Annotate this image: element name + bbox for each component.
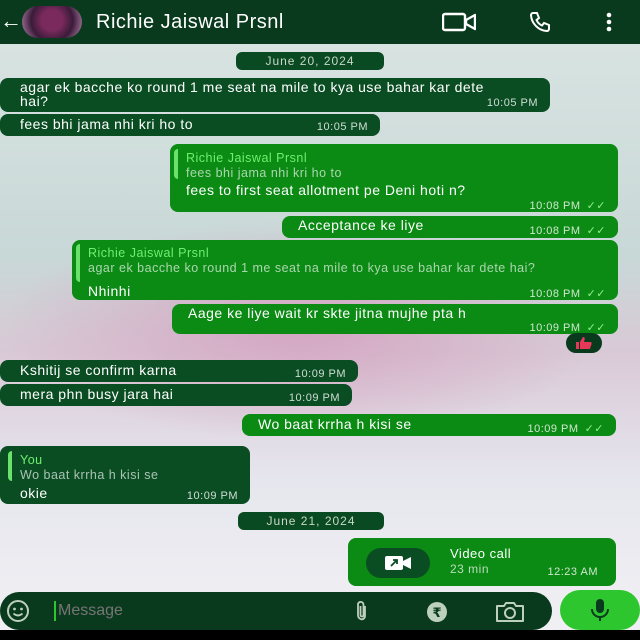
message-text: Nhinhi [88,283,131,299]
message-outgoing[interactable]: Richie Jaiswal Prsnl fees bhi jama nhi k… [170,144,618,212]
message-time: 10:05 PM [486,97,538,109]
message-incoming[interactable]: mera phn busy jara hai 10:09 PM [0,384,352,406]
message-incoming[interactable]: Kshitij se confirm karna 10:09 PM [0,360,358,382]
message-text: Kshitij se confirm karna [20,362,177,378]
message-time: 10:08 PM [529,225,581,237]
emoji-icon[interactable] [6,599,30,623]
message-time: 10:09 PM [527,423,579,435]
message-time: 10:09 PM [288,392,340,404]
message-time: 10:09 PM [294,368,346,380]
video-call-icon [385,556,411,570]
call-duration: 23 min [450,562,490,576]
thumbs-up-icon [576,337,592,349]
date-separator: June 20, 2024 [236,52,384,70]
message-outgoing[interactable]: Aage ke liye wait kr skte jitna mujhe pt… [172,304,618,334]
message-incoming[interactable]: You Wo baat krrha h kisi se okie 10:09 P… [0,446,250,504]
mic-button[interactable] [560,590,640,630]
message-input[interactable] [58,599,328,623]
quoted-sender: Richie Jaiswal Prsnl [88,246,210,260]
text-cursor [54,601,56,621]
message-time: 10:05 PM [316,121,368,133]
quoted-text: fees bhi jama nhi kri ho to [186,166,342,180]
chat-header: ← Richie Jaiswal Prsnl [0,0,640,44]
message-text: fees to first seat allotment pe Deni hot… [186,182,466,198]
message-text: Aage ke liye wait kr skte jitna mujhe pt… [188,305,467,321]
message-text: agar ek bacche ko round 1 me seat na mil… [20,79,484,109]
quoted-message[interactable]: You Wo baat krrha h kisi se [8,451,244,482]
message-time: 12:23 AM [547,566,598,578]
mic-icon [591,599,609,621]
payment-icon[interactable]: ₹ [425,600,449,624]
quoted-sender: You [20,453,43,467]
contact-name[interactable]: Richie Jaiswal Prsnl [96,11,284,34]
message-text: Wo baat krrha h kisi se [258,416,412,432]
phone-icon[interactable] [526,10,554,34]
back-arrow-icon[interactable]: ← [0,10,22,32]
message-incoming[interactable]: fees bhi jama nhi kri ho to 10:05 PM [0,114,380,136]
message-time: 10:09 PM [186,490,238,502]
video-call-icon[interactable] [442,10,476,34]
read-ticks-icon: ✓✓ [586,288,606,300]
attach-icon[interactable] [352,600,372,622]
system-navigation-bar [0,630,640,640]
message-text: Acceptance ke liye [298,217,424,233]
message-composer: ₹ [0,592,552,630]
message-outgoing[interactable]: Wo baat krrha h kisi se 10:09 PM ✓✓ [242,414,616,436]
video-call-message[interactable]: Video call 23 min 12:23 AM [348,538,616,586]
read-ticks-icon: ✓✓ [584,423,604,435]
message-text: fees bhi jama nhi kri ho to [20,116,194,132]
message-time: 10:09 PM [529,322,581,334]
quoted-sender: Richie Jaiswal Prsnl [186,151,308,165]
read-ticks-icon: ✓✓ [586,225,606,237]
message-text: okie [20,485,48,501]
message-incoming[interactable]: agar ek bacche ko round 1 me seat na mil… [0,78,550,112]
more-options-icon[interactable] [602,10,616,34]
message-time: 10:08 PM [529,288,581,300]
message-time: 10:08 PM [529,200,581,212]
message-outgoing[interactable]: Acceptance ke liye 10:08 PM ✓✓ [282,216,618,238]
reaction-badge[interactable] [566,333,602,353]
quoted-text: agar ek bacche ko round 1 me seat na mil… [88,261,536,275]
message-text: mera phn busy jara hai [20,386,174,402]
read-ticks-icon: ✓✓ [586,200,606,212]
message-outgoing[interactable]: Richie Jaiswal Prsnl agar ek bacche ko r… [72,240,618,300]
quoted-text: Wo baat krrha h kisi se [20,468,159,482]
call-title: Video call [450,546,512,561]
video-call-button[interactable] [366,548,430,578]
svg-text:₹: ₹ [432,606,441,621]
date-separator: June 21, 2024 [238,512,384,530]
quoted-message[interactable]: Richie Jaiswal Prsnl fees bhi jama nhi k… [174,149,612,180]
contact-avatar[interactable] [22,6,82,38]
quoted-message[interactable]: Richie Jaiswal Prsnl agar ek bacche ko r… [76,244,612,282]
camera-icon[interactable] [494,600,526,624]
